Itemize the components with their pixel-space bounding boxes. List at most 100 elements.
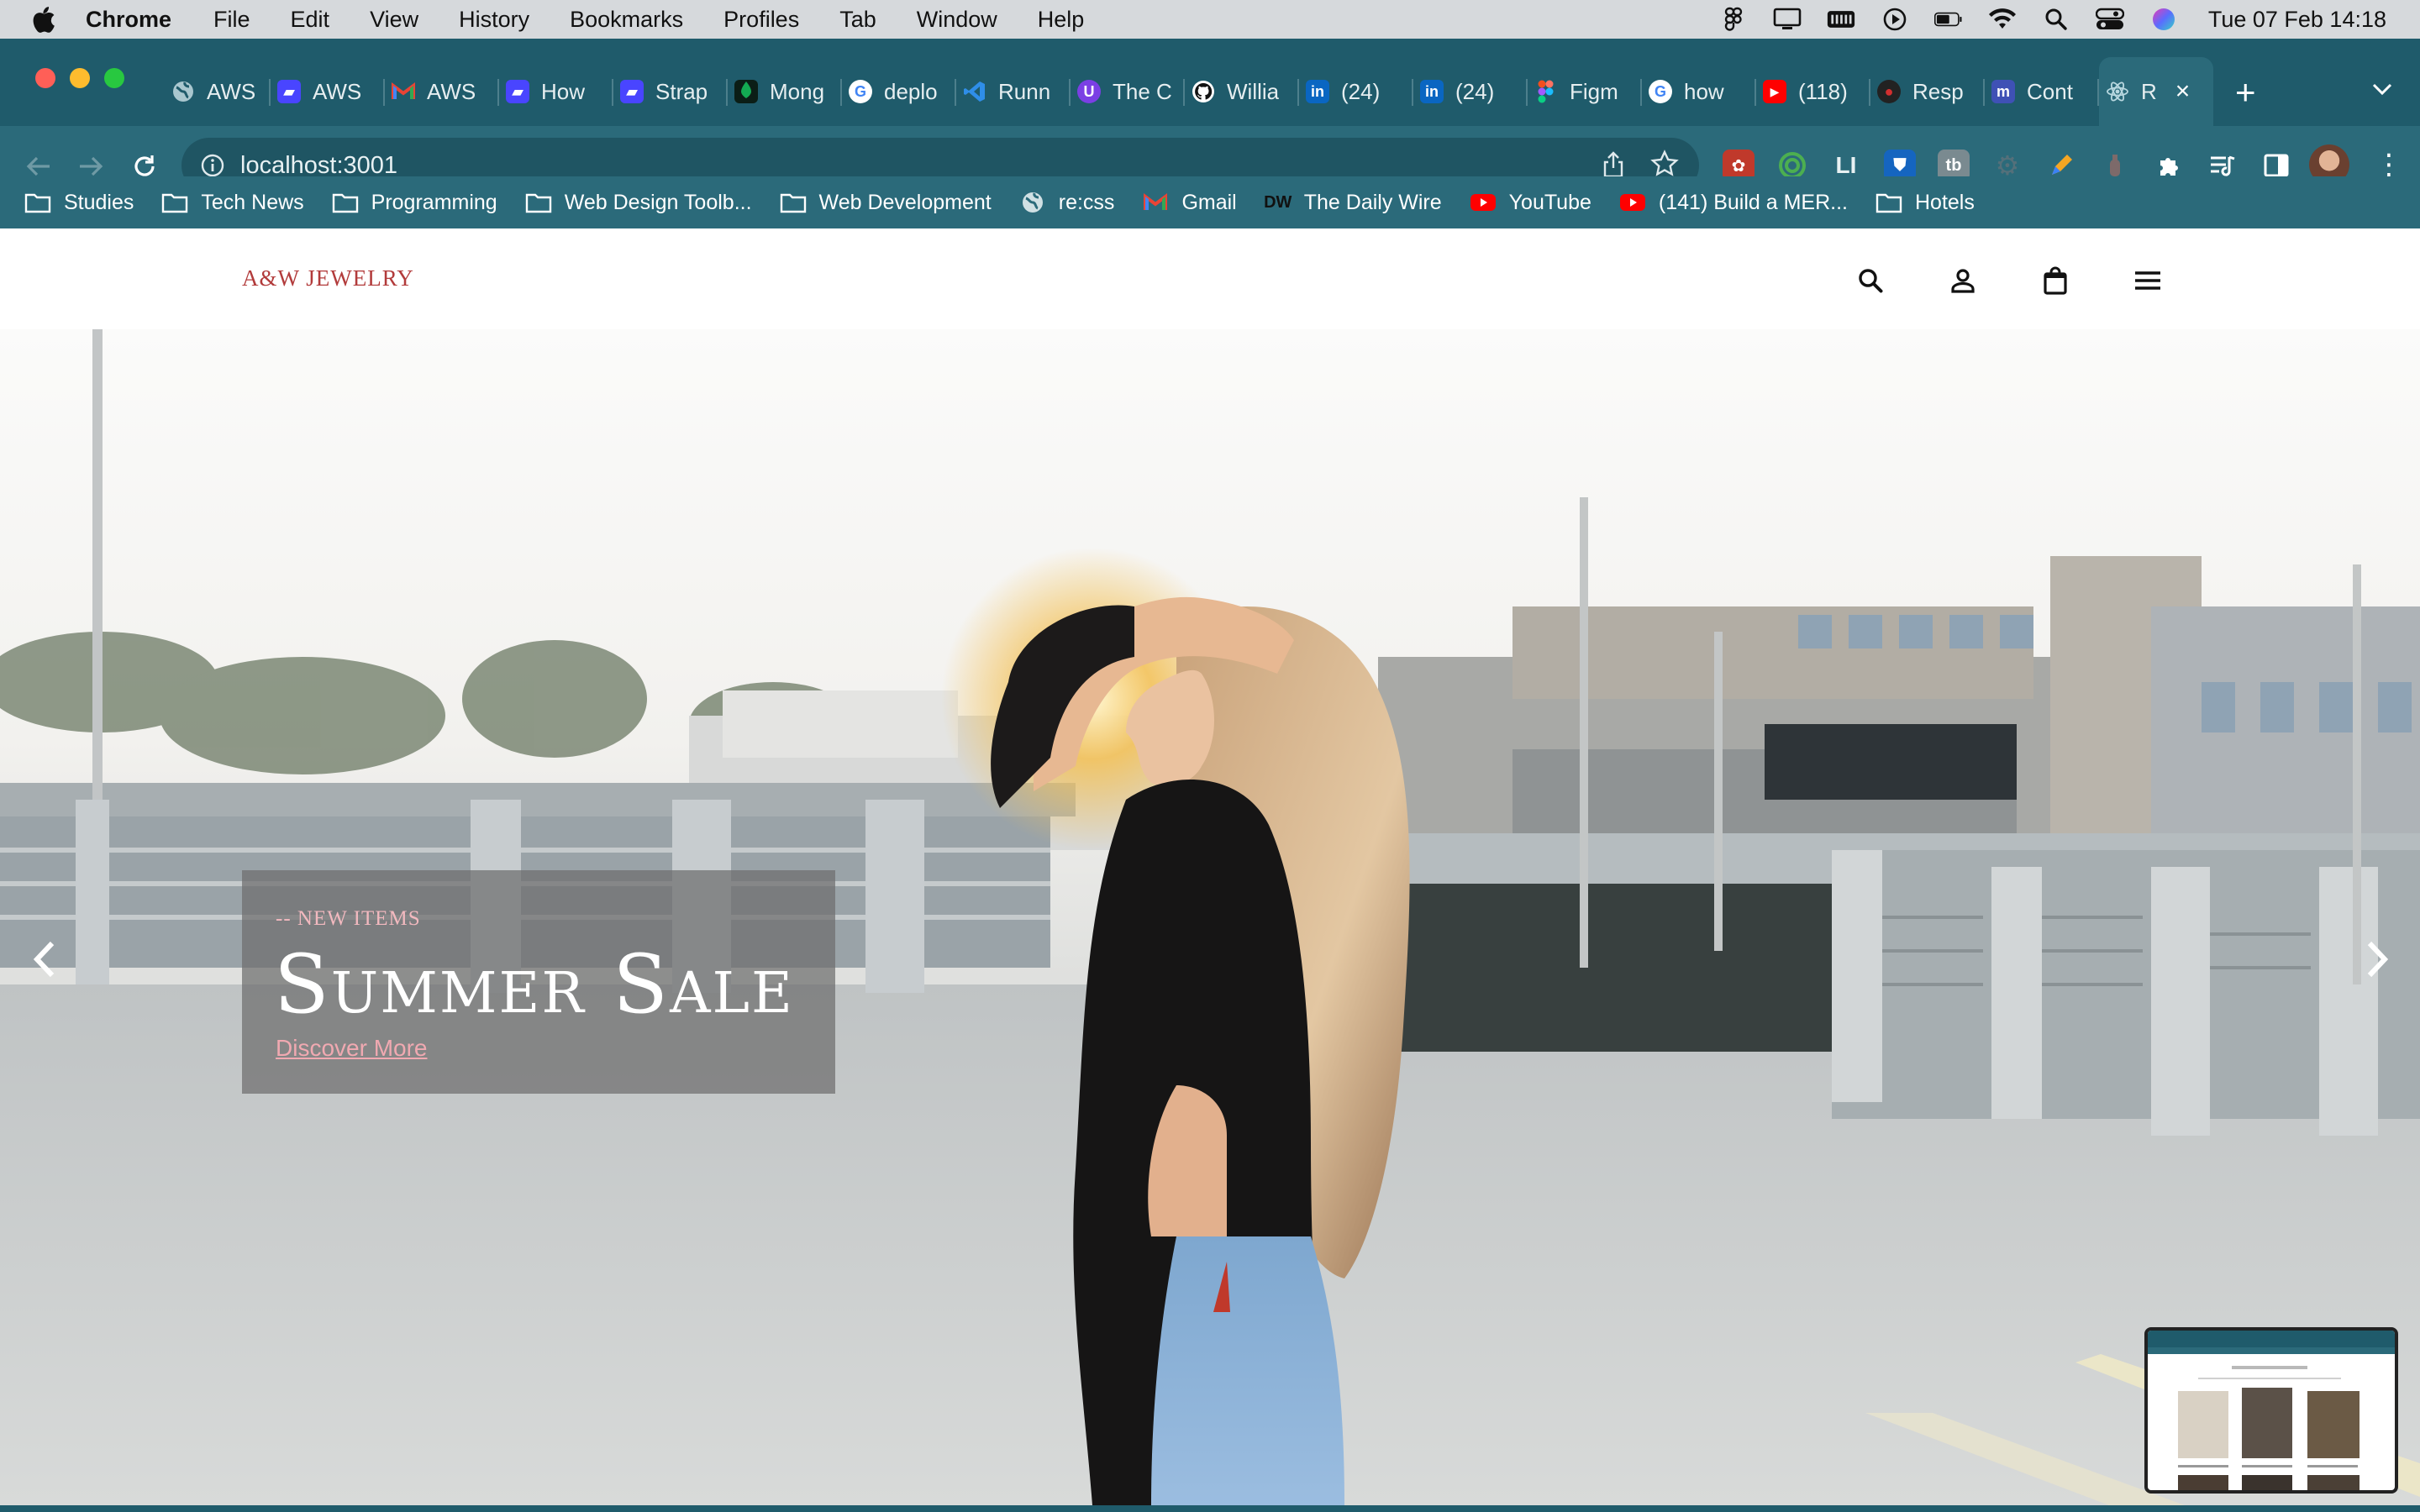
google-icon: G [849,80,872,103]
bookmark-item[interactable]: Web Development [779,191,992,215]
bookmark-item[interactable]: Hotels [1875,191,1975,215]
hero-caption-box: -- NEW ITEMS Summer Sale Discover More [242,870,835,1094]
macos-menubar: Chrome File Edit View History Bookmarks … [0,0,2420,39]
globe-icon [171,80,195,103]
menubar-clock[interactable]: Tue 07 Feb 14:18 [2208,7,2386,33]
spotlight-search-icon[interactable] [2042,8,2070,31]
bookmark-item[interactable]: re:css [1018,191,1114,215]
apple-icon[interactable] [30,5,64,34]
bookmarks-bar: Studies Tech News Programming Web Design… [0,176,2420,228]
wifi-icon[interactable] [1988,8,2017,31]
web-page: A&W JEWELRY -- NEW ITEMS Summer Sale Dis… [0,228,2420,1505]
menu-app-name[interactable]: Chrome [86,7,171,33]
strapi-icon: ▰ [277,80,301,103]
menu-help[interactable]: Help [1038,7,1085,33]
tab[interactable]: in (24) [1299,57,1413,126]
tab-active[interactable]: R × [2099,57,2213,126]
github-icon [1192,80,1215,103]
figma-icon [1534,80,1558,103]
account-icon[interactable] [1946,264,1980,297]
bookmark-item[interactable]: Web Design Toolb... [524,191,752,215]
hamburger-menu-icon[interactable] [2131,264,2165,297]
bookmark-item[interactable]: Programming [331,191,497,215]
siri-icon[interactable] [2149,8,2178,31]
hero-carousel: -- NEW ITEMS Summer Sale Discover More [0,329,2420,1505]
strapi-icon: ▰ [506,80,529,103]
bookmark-item[interactable]: YouTube [1469,191,1591,215]
purple-shield-icon: U [1077,80,1101,103]
menu-history[interactable]: History [459,7,529,33]
site-logo[interactable]: A&W JEWELRY [242,265,414,291]
carousel-prev-arrow-icon[interactable] [24,934,64,984]
play-icon[interactable] [1881,8,1909,31]
tab[interactable]: Ghow [1642,57,1756,126]
tab[interactable]: Runn [956,57,1071,126]
window-preview-thumbnail[interactable] [2144,1327,2398,1494]
menu-view[interactable]: View [370,7,418,33]
close-window-button[interactable] [35,68,55,88]
control-center-icon[interactable] [2095,8,2124,31]
menu-bookmarks[interactable]: Bookmarks [570,7,683,33]
site-info-icon[interactable] [200,153,225,178]
figma-menubar-icon[interactable] [1719,7,1748,31]
tab[interactable]: ▰ AWS [271,57,385,126]
url-text[interactable]: localhost:3001 [240,152,397,180]
youtube-icon: ▶ [1763,80,1786,103]
tab[interactable]: m Cont [1985,57,2099,126]
hero-eyebrow: -- NEW ITEMS [276,907,421,930]
tab[interactable]: ▶ (118) [1756,57,1870,126]
tab[interactable]: AWS [165,57,271,126]
site-header: A&W JEWELRY [0,228,2420,329]
gmail-icon [392,80,415,103]
window-controls [35,68,124,88]
folder-icon [24,191,52,214]
battery-icon[interactable] [1933,8,1963,31]
shopping-bag-icon[interactable] [2039,264,2072,297]
spy-icon: ● [1877,80,1901,103]
menu-window[interactable]: Window [917,7,997,33]
minimize-window-button[interactable] [70,68,90,88]
zoom-window-button[interactable] [104,68,124,88]
folder-icon [331,191,360,214]
tab[interactable]: U The C [1071,57,1185,126]
bookmark-item[interactable]: Studies [24,191,134,215]
youtube-icon [1618,191,1647,214]
tab[interactable]: ▰ Strap [613,57,728,126]
display-icon[interactable] [1773,8,1802,31]
folder-icon [1875,191,1903,214]
tab[interactable]: AWS [385,57,499,126]
folder-icon [160,191,189,214]
tab[interactable]: Gdeplo [842,57,956,126]
discover-more-link[interactable]: Discover More [276,1035,427,1062]
tab[interactable]: Willia [1185,57,1299,126]
new-tab-button[interactable]: + [2235,72,2256,113]
strapi-icon: ▰ [620,80,644,103]
menu-profiles[interactable]: Profiles [723,7,799,33]
bookmark-item[interactable]: Tech News [160,191,304,215]
bookmark-item[interactable]: Gmail [1141,191,1237,215]
tab[interactable]: ● Resp [1870,57,1985,126]
folder-icon [779,191,808,214]
mongodb-icon [734,80,758,103]
m-icon: m [1991,80,2015,103]
close-tab-icon[interactable]: × [2175,77,2191,106]
memory-icon[interactable] [1827,8,1855,31]
linkedin-icon: in [1306,80,1329,103]
menu-file[interactable]: File [213,7,250,33]
bookmark-item[interactable]: DW The Daily Wire [1263,191,1442,215]
browser-tab-strip: AWS ▰ AWS AWS ▰ How ▰ Strap Mong Gdeplo Run… [0,39,2420,126]
tab[interactable]: ▰ How [499,57,613,126]
tab[interactable]: Figm [1528,57,1642,126]
search-icon[interactable] [1854,264,1887,297]
menu-edit[interactable]: Edit [291,7,330,33]
carousel-next-arrow-icon[interactable] [2358,934,2398,984]
tab[interactable]: Mong [728,57,842,126]
dw-icon: DW [1263,191,1292,214]
globe-icon [1018,191,1047,214]
menu-tab[interactable]: Tab [839,7,876,33]
youtube-icon [1469,191,1497,214]
tab-search-chevron-icon[interactable] [2371,82,2393,100]
folder-icon [524,191,553,214]
tab[interactable]: in (24) [1413,57,1528,126]
bookmark-item[interactable]: (141) Build a MER... [1618,191,1848,215]
